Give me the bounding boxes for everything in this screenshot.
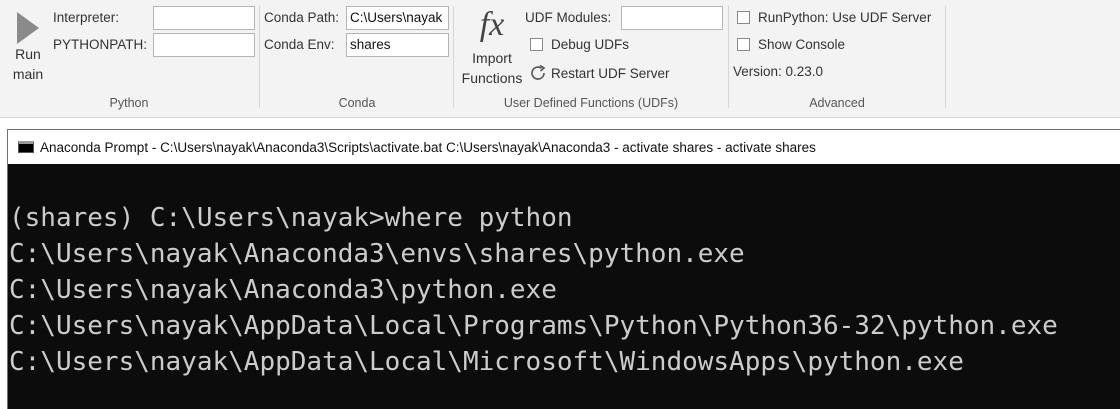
advanced-group-label: Advanced xyxy=(809,96,865,110)
terminal-line: C:\Users\nayak\Anaconda3\python.exe xyxy=(9,275,557,305)
pythonpath-label: PYTHONPATH: xyxy=(53,37,148,52)
import-functions-button[interactable]: fx Import Functions xyxy=(455,6,529,94)
ribbon: Run main Interpreter: PYTHONPATH: Python… xyxy=(0,0,1120,118)
import-label-line2: Functions xyxy=(461,70,523,86)
restart-udf-server-button[interactable]: Restart UDF Server xyxy=(528,63,670,83)
version-label: Version: 0.23.0 xyxy=(733,64,824,79)
runpython-udf-server-checkbox[interactable]: RunPython: Use UDF Server xyxy=(737,10,931,25)
window-title: Anaconda Prompt - C:\Users\nayak\Anacond… xyxy=(40,139,816,155)
udf-group-label: User Defined Functions (UDFs) xyxy=(503,96,679,110)
checkbox-box[interactable] xyxy=(530,38,543,51)
conda-env-field[interactable]: shares xyxy=(346,33,449,57)
interpreter-field[interactable] xyxy=(153,6,255,30)
restart-label: Restart UDF Server xyxy=(551,65,670,81)
python-group: Run main Interpreter: PYTHONPATH: Python xyxy=(0,0,258,117)
show-console-label: Show Console xyxy=(758,37,846,52)
conda-path-label: Conda Path: xyxy=(264,10,340,25)
conda-group-label: Conda xyxy=(338,96,376,110)
show-console-checkbox[interactable]: Show Console xyxy=(737,37,845,52)
group-divider xyxy=(945,6,946,108)
udf-modules-field[interactable] xyxy=(621,6,723,30)
console-icon xyxy=(18,141,34,153)
checkbox-box[interactable] xyxy=(737,11,750,24)
advanced-group: RunPython: Use UDF Server Show Console V… xyxy=(729,0,945,117)
udf-modules-label: UDF Modules: xyxy=(525,10,612,25)
window-titlebar[interactable]: Anaconda Prompt - C:\Users\nayak\Anacond… xyxy=(8,130,1120,164)
terminal-line: C:\Users\nayak\AppData\Local\Programs\Py… xyxy=(9,311,1058,341)
terminal-output[interactable]: (shares) C:\Users\nayak>where python C:\… xyxy=(8,164,1120,380)
run-main-button[interactable]: Run main xyxy=(6,8,50,92)
run-label-line1: Run xyxy=(15,46,41,62)
play-icon xyxy=(17,12,39,44)
runpython-label: RunPython: Use UDF Server xyxy=(758,10,932,25)
fx-icon: fx xyxy=(479,6,505,43)
refresh-icon xyxy=(531,64,546,80)
anaconda-prompt-window[interactable]: Anaconda Prompt - C:\Users\nayak\Anacond… xyxy=(7,129,1120,409)
run-label-line2: main xyxy=(12,66,44,82)
debug-udfs-checkbox[interactable]: Debug UDFs xyxy=(530,37,629,52)
import-label-line1: Import xyxy=(472,50,512,66)
terminal-line: C:\Users\nayak\Anaconda3\envs\shares\pyt… xyxy=(9,239,745,269)
pythonpath-field[interactable] xyxy=(153,33,255,57)
debug-udfs-label: Debug UDFs xyxy=(551,37,630,52)
terminal-line: C:\Users\nayak\AppData\Local\Microsoft\W… xyxy=(9,347,964,377)
interpreter-label: Interpreter: xyxy=(53,10,120,25)
conda-env-label: Conda Env: xyxy=(264,37,335,52)
python-group-label: Python xyxy=(109,96,149,110)
conda-path-field[interactable]: C:\Users\nayak xyxy=(346,6,449,30)
checkbox-box[interactable] xyxy=(737,38,750,51)
conda-group: Conda Path: C:\Users\nayak Conda Env: sh… xyxy=(260,0,454,117)
terminal-line: (shares) C:\Users\nayak>where python xyxy=(9,203,573,233)
